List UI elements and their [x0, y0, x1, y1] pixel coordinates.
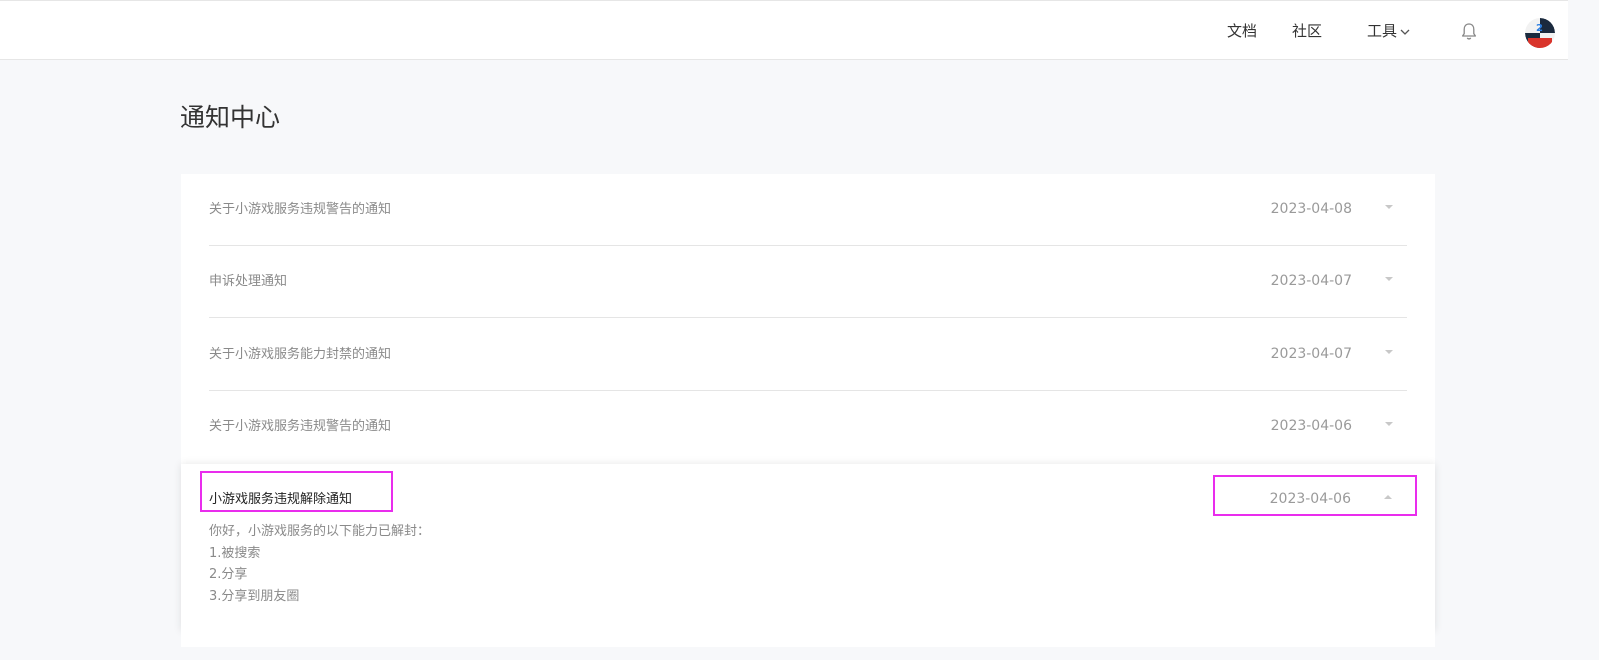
- notification-row[interactable]: 关于小游戏服务违规警告的通知 2023-04-06: [209, 391, 1407, 463]
- user-avatar[interactable]: 2: [1525, 18, 1555, 48]
- notification-title: 关于小游戏服务能力封禁的通知: [209, 347, 392, 362]
- content-line: 你好，小游戏服务的以下能力已解封：: [209, 524, 431, 539]
- top-navigation-bar: 文档 社区 工具 2: [0, 0, 1568, 60]
- next-notification-row-partial: [181, 631, 1435, 647]
- nav-dropdown-tools[interactable]: 工具: [1367, 21, 1410, 41]
- content-line: 3.分享到朋友圈: [209, 588, 300, 604]
- bell-icon[interactable]: [1460, 22, 1478, 45]
- nav-link-docs[interactable]: 文档: [1227, 21, 1257, 41]
- notification-row[interactable]: 关于小游戏服务能力封禁的通知 2023-04-07: [209, 319, 1407, 391]
- caret-down-icon[interactable]: [1385, 422, 1393, 426]
- notification-row[interactable]: 关于小游戏服务违规警告的通知 2023-04-08: [209, 174, 1407, 246]
- notification-date: 2023-04-07: [1270, 346, 1352, 362]
- content-line: 1.被搜索: [209, 545, 261, 561]
- notification-date: 2023-04-06: [1270, 418, 1352, 434]
- notification-title: 关于小游戏服务违规警告的通知: [209, 202, 392, 217]
- notification-date: 2023-04-07: [1270, 273, 1352, 289]
- svg-text:2: 2: [1536, 23, 1543, 34]
- notification-title: 关于小游戏服务违规警告的通知: [209, 419, 392, 434]
- chevron-down-icon: [1400, 29, 1410, 35]
- notification-row[interactable]: 申诉处理通知 2023-04-07: [209, 246, 1407, 318]
- caret-down-icon[interactable]: [1385, 277, 1393, 281]
- nav-link-community[interactable]: 社区: [1292, 21, 1322, 41]
- expanded-notification-date: 2023-04-06: [1269, 491, 1351, 507]
- notification-date: 2023-04-08: [1270, 201, 1352, 217]
- notification-expanded-item[interactable]: 小游戏服务违规解除通知 2023-04-06 你好，小游戏服务的以下能力已解封：…: [181, 464, 1435, 631]
- notification-content: 你好，小游戏服务的以下能力已解封： 1.被搜索 2.分享 3.分享到朋友圈: [209, 521, 430, 607]
- notification-title: 申诉处理通知: [209, 274, 288, 289]
- caret-up-icon[interactable]: [1384, 495, 1392, 499]
- caret-down-icon[interactable]: [1385, 205, 1393, 209]
- nav-tools-label: 工具: [1367, 22, 1398, 40]
- caret-down-icon[interactable]: [1385, 350, 1393, 354]
- expanded-notification-title: 小游戏服务违规解除通知: [209, 492, 353, 507]
- content-line: 2.分享: [209, 567, 248, 582]
- page-title: 通知中心: [180, 103, 281, 132]
